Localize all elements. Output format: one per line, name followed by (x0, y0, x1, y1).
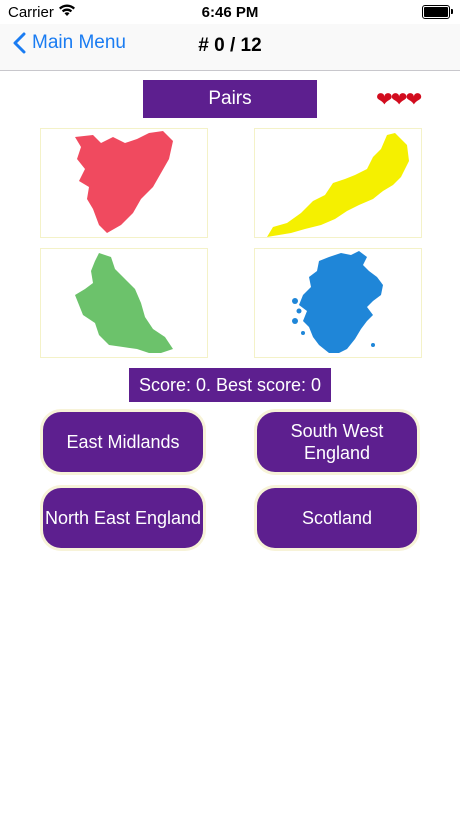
question-counter: # 0 / 12 (198, 35, 262, 56)
red-region-map-icon (75, 131, 173, 233)
lives-hearts-icon: ❤❤❤ (376, 89, 422, 111)
clock-time: 6:46 PM (201, 4, 259, 21)
status-bar: Carrier 6:46 PM (0, 0, 460, 24)
yellow-region-map-icon (267, 133, 409, 237)
blue-region-map-icon (292, 251, 383, 353)
green-region-map-icon (75, 253, 173, 353)
game-mode-label: Pairs (143, 80, 317, 118)
red-region-shape (75, 131, 173, 233)
answer-button-east-midlands[interactable]: East Midlands (43, 412, 203, 472)
navigation-bar: Main Menu # 0 / 12 (0, 24, 460, 71)
answer-button-scotland[interactable]: Scotland (257, 488, 417, 548)
map-tile-red[interactable] (40, 128, 208, 238)
battery-icon (422, 5, 453, 19)
score-label: Score: 0. Best score: 0 (129, 368, 331, 402)
blue-region-shape (299, 251, 383, 353)
green-region-shape (75, 253, 173, 353)
map-tile-yellow[interactable] (254, 128, 422, 238)
map-tile-blue[interactable] (254, 248, 422, 358)
yellow-region-shape (267, 133, 409, 237)
map-tile-green[interactable] (40, 248, 208, 358)
answer-button-north-east-england[interactable]: North East England (43, 488, 203, 548)
answer-button-south-west-england[interactable]: South West England (257, 412, 417, 472)
